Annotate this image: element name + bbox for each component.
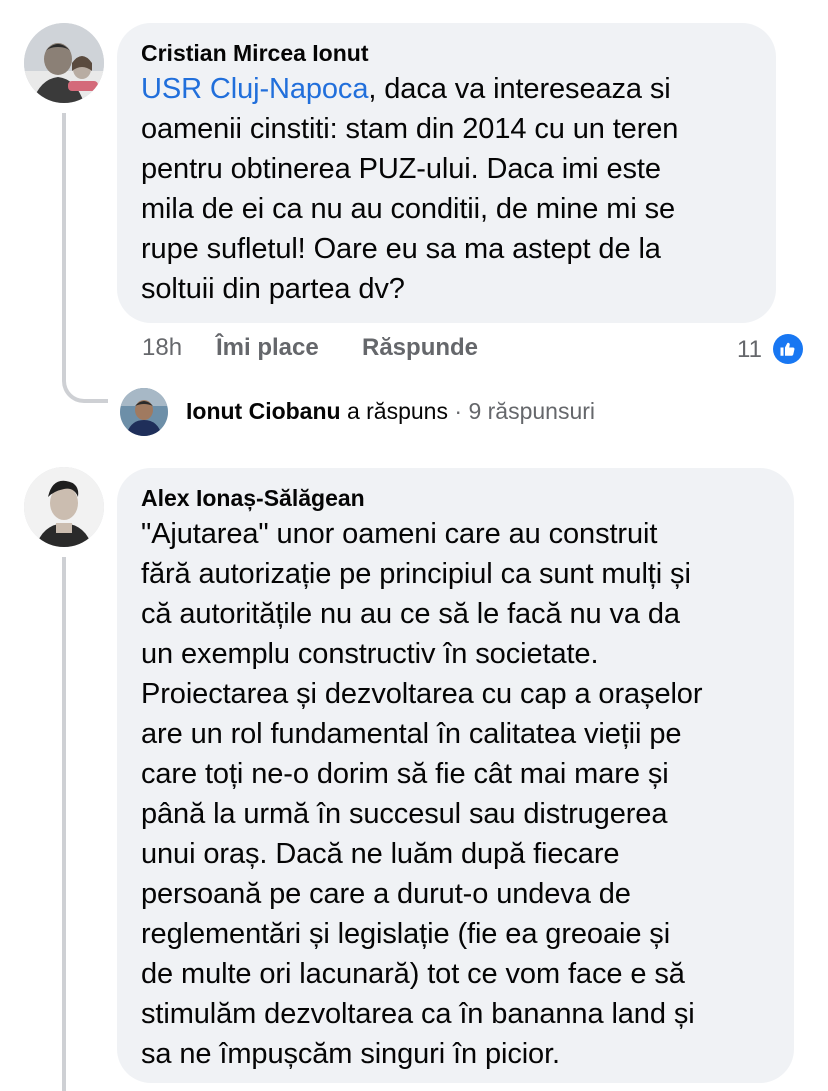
avatar-alex[interactable] (24, 467, 104, 547)
comment-line: pentru obtinerea PUZ-ului. Daca imi este (141, 153, 661, 185)
comment-line: că autoritățile nu au ce să le facă nu v… (141, 598, 680, 630)
reply-count[interactable]: 9 răspunsuri (468, 398, 595, 424)
comment-line: reglementări și legislație (fie ea greoa… (141, 918, 671, 950)
comment-bubble: Alex Ionaș-Sălăgean "Ajutarea" unor oame… (117, 468, 794, 1083)
comment-line: soltuii din partea dv? (141, 273, 405, 305)
reply-separator: · (454, 398, 463, 424)
comment-author[interactable]: Alex Ionaș-Sălăgean (141, 484, 770, 512)
reply-button[interactable]: Răspunde (362, 333, 478, 363)
comment-bubble: Cristian Mircea Ionut USR Cluj-Napoca, d… (117, 23, 776, 323)
comment-line: oamenii cinstiti: stam din 2014 cu un te… (141, 113, 679, 145)
reply-summary[interactable]: Ionut Ciobanu a răspuns · 9 răspunsuri (186, 396, 595, 426)
comment-line: care toți ne-o dorim să fie cât mai mare… (141, 758, 669, 790)
comment-text: "Ajutarea" unor oameni care au construit… (141, 514, 770, 1074)
comment-line: rupe sufletul! Oare eu sa ma astept de l… (141, 233, 661, 265)
thread-line (62, 113, 66, 375)
comment-line: mila de ei ca nu au conditii, de mine mi… (141, 193, 676, 225)
thread-line (62, 557, 66, 1091)
like-button[interactable]: Îmi place (216, 333, 319, 363)
comment-line: are un rol fundamental în calitatea vieț… (141, 718, 682, 750)
comment-line: "Ajutarea" unor oameni care au construit (141, 518, 658, 550)
comment-line: persoană pe care a durut-o undeva de (141, 878, 631, 910)
comment-line: sa ne împușcăm singuri în picior. (141, 1038, 560, 1070)
comment-text: USR Cluj-Napoca, daca va intereseaza si … (141, 69, 752, 309)
reply-verb: a răspuns (346, 398, 448, 424)
comment-line: până la urmă în succesul sau distrugerea (141, 798, 668, 830)
mention-link[interactable]: USR Cluj-Napoca (141, 73, 368, 105)
comment-author[interactable]: Cristian Mircea Ionut (141, 39, 752, 67)
avatar-ionut[interactable] (120, 388, 168, 436)
comment-line: de multe ori lacunară) tot ce vom face e… (141, 958, 685, 990)
thumbs-up-icon[interactable] (773, 334, 803, 364)
comment-line: stimulăm dezvoltarea ca în bananna land … (141, 998, 695, 1030)
avatar-cristian[interactable] (24, 23, 104, 103)
comment-line: Proiectarea și dezvoltarea cu cap a oraș… (141, 678, 703, 710)
comment-timestamp[interactable]: 18h (142, 333, 182, 363)
comment-line: un exemplu constructiv în societate. (141, 638, 599, 670)
reply-author[interactable]: Ionut Ciobanu (186, 398, 341, 424)
reaction-count[interactable]: 11 (737, 335, 762, 365)
thread-connector (62, 372, 108, 403)
comment-line: , daca va intereseaza si (368, 73, 671, 105)
comment-line: unui oraș. Dacă ne luăm după fiecare (141, 838, 620, 870)
comment-line: fără autorizație pe principiul ca sunt m… (141, 558, 691, 590)
